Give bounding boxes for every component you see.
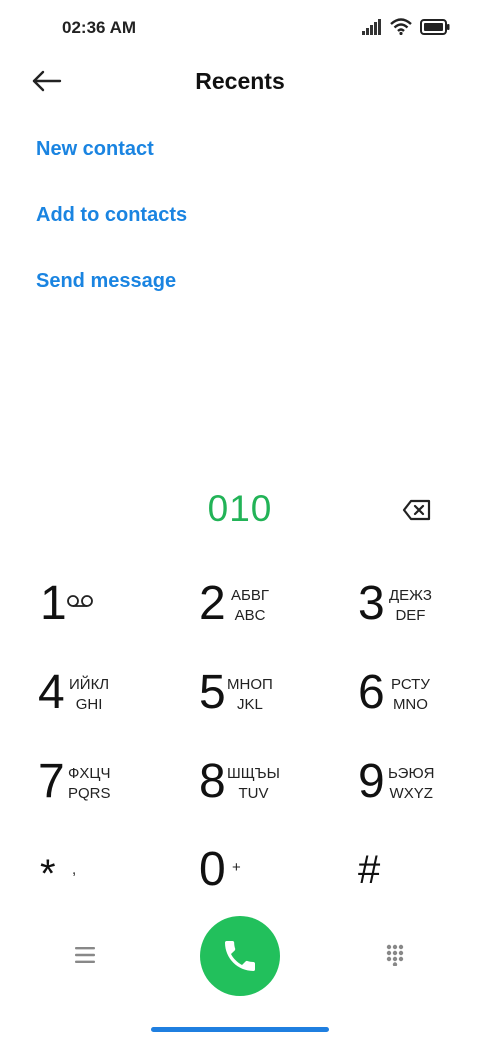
key-letters-latin: ABC <box>234 607 266 624</box>
key-1[interactable]: 1 <box>40 580 160 650</box>
status-time: 02:36 AM <box>62 18 137 37</box>
key-letters-cyrillic: ЬЭЮЯ <box>388 765 435 782</box>
key-letters-cyrillic: ШЩЪЫ <box>227 765 280 782</box>
key-digit: 6 <box>358 666 385 719</box>
call-button[interactable] <box>200 916 280 996</box>
backspace-icon[interactable] <box>402 498 432 522</box>
key-5[interactable]: 5 МНОП JKL <box>199 669 319 739</box>
key-letters: ФХЦЧ PQRS <box>68 764 111 804</box>
status-bar: 02:36 AM <box>0 0 480 56</box>
voicemail-icon <box>67 595 93 607</box>
key-letters-latin: PQRS <box>68 785 111 802</box>
key-letters: , <box>72 861 77 878</box>
key-digit: # <box>358 848 381 892</box>
key-digit: 0 <box>199 843 226 896</box>
header: Recents <box>0 56 480 108</box>
phone-icon <box>225 941 255 971</box>
key-letters-cyrillic: ДЕЖЗ <box>389 587 432 604</box>
key-letters-latin: TUV <box>238 785 269 802</box>
key-letters-latin: JKL <box>236 696 263 713</box>
key-letters: РСТУ MNO <box>391 675 430 715</box>
key-letters-latin: DEF <box>395 607 426 624</box>
send-message-link[interactable]: Send message <box>36 270 176 293</box>
key-letters-cyrillic: ФХЦЧ <box>68 765 111 782</box>
key-9[interactable]: 9 ЬЭЮЯ WXYZ <box>358 758 478 828</box>
key-letters: ИЙКЛ GHI <box>69 675 109 715</box>
key-2[interactable]: 2 АБВГ ABC <box>199 580 319 650</box>
key-digit: 3 <box>358 577 385 630</box>
new-contact-link[interactable]: New contact <box>36 138 154 161</box>
menu-icon[interactable] <box>75 946 95 964</box>
key-digit: 7 <box>38 755 65 808</box>
key-digit: 4 <box>38 666 65 719</box>
key-8[interactable]: 8 ШЩЪЫ TUV <box>199 758 319 828</box>
key-letters-latin: MNO <box>392 696 428 713</box>
key-3[interactable]: 3 ДЕЖЗ DEF <box>358 580 478 650</box>
key-6[interactable]: 6 РСТУ MNO <box>358 669 478 739</box>
key-digit: 5 <box>199 666 226 719</box>
key-7[interactable]: 7 ФХЦЧ PQRS <box>38 758 158 828</box>
key-digit: 9 <box>358 755 385 808</box>
page-title: Recents <box>195 68 285 94</box>
key-digit: 2 <box>199 577 226 630</box>
key-4[interactable]: 4 ИЙКЛ GHI <box>38 669 158 739</box>
key-letters-cyrillic: МНОП <box>227 676 273 693</box>
key-letters: ДЕЖЗ DEF <box>389 586 432 626</box>
wifi-icon <box>390 18 412 35</box>
key-letters-cyrillic: ИЙКЛ <box>69 676 110 693</box>
status-icons <box>362 18 450 35</box>
key-0[interactable]: 0 + <box>199 846 319 916</box>
key-letters-latin: WXYZ <box>389 785 433 802</box>
key-letters-cyrillic: АБВГ <box>231 587 269 604</box>
key-letters-latin: GHI <box>75 696 103 713</box>
key-star[interactable]: * , <box>40 846 160 916</box>
home-indicator[interactable] <box>151 1027 329 1032</box>
key-letters-cyrillic: РСТУ <box>391 676 430 693</box>
key-hash[interactable]: # <box>358 846 478 916</box>
key-letters: ЬЭЮЯ WXYZ <box>388 764 434 804</box>
signal-icon <box>362 18 381 35</box>
dialpad-icon[interactable] <box>386 944 404 966</box>
key-digit: * <box>40 852 56 896</box>
key-letters: МНОП JKL <box>227 675 273 715</box>
key-letters: + <box>232 859 241 876</box>
key-digit: 8 <box>199 755 226 808</box>
add-to-contacts-link[interactable]: Add to contacts <box>36 204 187 227</box>
key-digit: 1 <box>40 577 67 630</box>
key-letters: АБВГ ABC <box>231 586 269 626</box>
battery-icon <box>420 18 450 35</box>
key-letters: ШЩЪЫ TUV <box>227 764 280 804</box>
